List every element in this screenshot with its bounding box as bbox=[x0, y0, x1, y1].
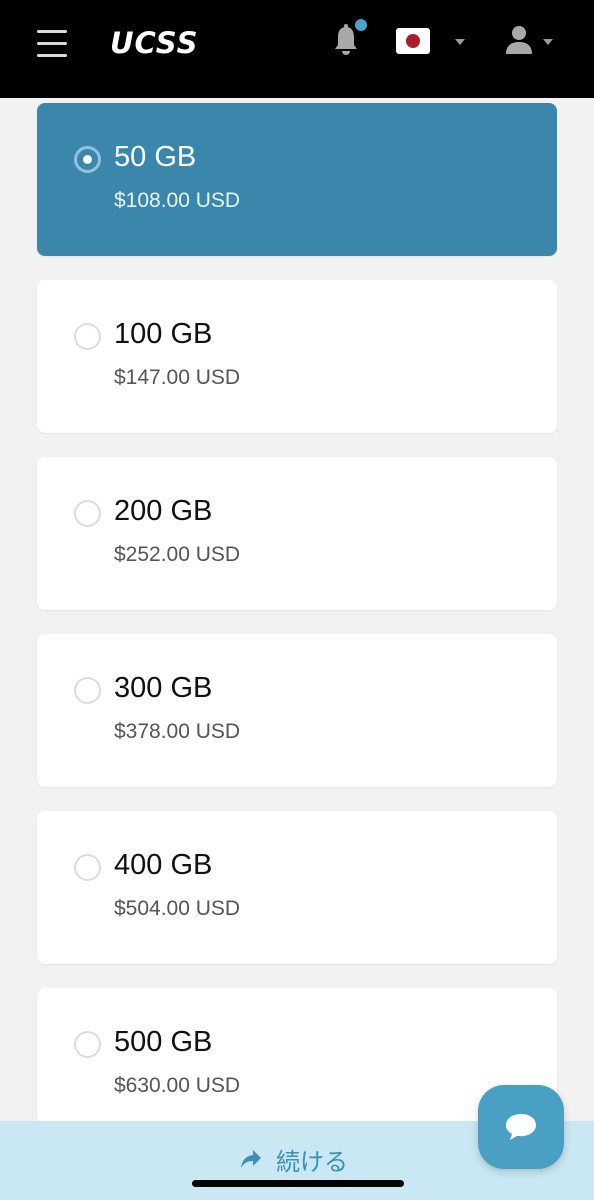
plan-option-50gb[interactable]: 50 GB $108.00 USD bbox=[37, 103, 557, 256]
plan-size: 200 GB bbox=[114, 495, 213, 527]
plan-price: $108.00 USD bbox=[114, 189, 241, 212]
app-root: UCSS 50 GB $108.00 USD 100 GB $147.00 US… bbox=[0, 0, 594, 1200]
chat-bubble-icon bbox=[506, 1114, 536, 1140]
app-logo[interactable]: UCSS bbox=[110, 26, 199, 60]
plan-price: $378.00 USD bbox=[114, 720, 241, 743]
plan-size: 500 GB bbox=[114, 1026, 213, 1058]
radio-button[interactable] bbox=[74, 146, 101, 173]
account-chevron-down-icon[interactable] bbox=[543, 39, 553, 45]
hamburger-menu-icon[interactable] bbox=[37, 30, 67, 58]
plan-price: $630.00 USD bbox=[114, 1074, 241, 1097]
japan-flag-icon[interactable] bbox=[396, 28, 430, 54]
radio-button[interactable] bbox=[74, 1031, 101, 1058]
radio-button[interactable] bbox=[74, 854, 101, 881]
continue-label: 続ける bbox=[276, 1148, 348, 1176]
plan-option-300gb[interactable]: 300 GB $378.00 USD bbox=[37, 634, 557, 787]
radio-button[interactable] bbox=[74, 677, 101, 704]
plan-size: 300 GB bbox=[114, 672, 213, 704]
home-indicator bbox=[192, 1180, 404, 1187]
chat-button[interactable] bbox=[478, 1085, 564, 1169]
continue-button[interactable]: 続ける bbox=[240, 1143, 348, 1176]
plan-price: $252.00 USD bbox=[114, 543, 241, 566]
user-icon[interactable] bbox=[505, 24, 533, 56]
notification-badge bbox=[355, 19, 367, 31]
plan-option-100gb[interactable]: 100 GB $147.00 USD bbox=[37, 280, 557, 433]
plan-option-200gb[interactable]: 200 GB $252.00 USD bbox=[37, 457, 557, 610]
radio-button[interactable] bbox=[74, 500, 101, 527]
plan-price: $147.00 USD bbox=[114, 366, 241, 389]
plan-price: $504.00 USD bbox=[114, 897, 241, 920]
top-header: UCSS bbox=[0, 0, 594, 98]
plan-size: 400 GB bbox=[114, 849, 213, 881]
plan-size: 50 GB bbox=[114, 141, 197, 173]
plan-list: 50 GB $108.00 USD 100 GB $147.00 USD 200… bbox=[37, 103, 557, 1165]
share-arrow-icon bbox=[241, 1150, 261, 1168]
plan-size: 100 GB bbox=[114, 318, 213, 350]
bell-icon[interactable] bbox=[333, 24, 359, 58]
language-chevron-down-icon[interactable] bbox=[455, 39, 465, 45]
radio-button[interactable] bbox=[74, 323, 101, 350]
plan-option-400gb[interactable]: 400 GB $504.00 USD bbox=[37, 811, 557, 964]
